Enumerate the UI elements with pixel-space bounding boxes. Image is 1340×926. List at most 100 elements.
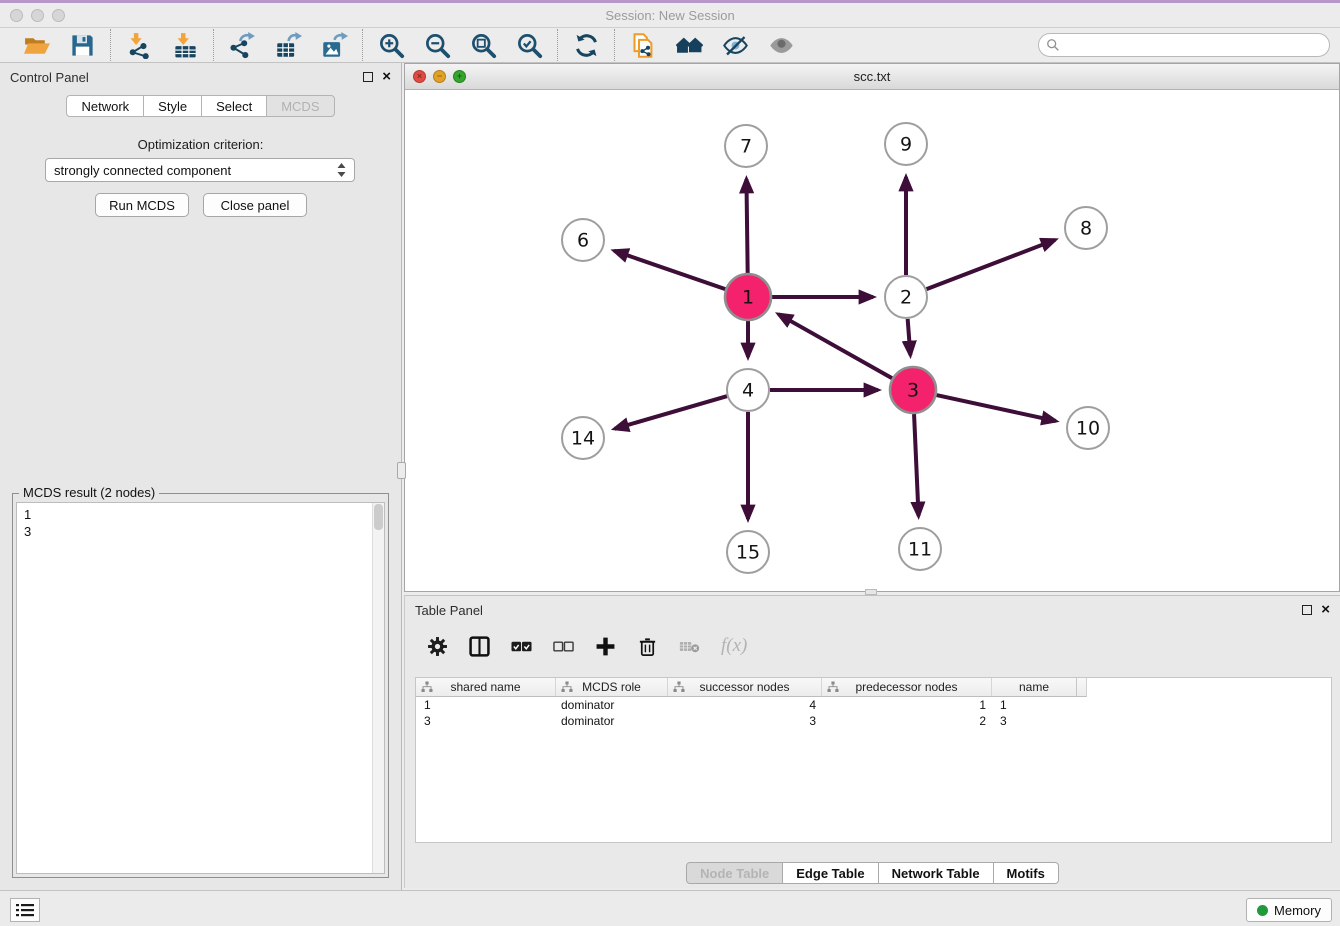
graph-node-label: 1: [742, 287, 754, 309]
network-graph[interactable]: 7968124314101511: [405, 90, 1339, 591]
column-header-successor-nodes[interactable]: successor nodes: [668, 678, 822, 696]
table-cell[interactable]: dominator: [556, 697, 668, 713]
delete-row-button[interactable]: [637, 636, 658, 657]
table-cell[interactable]: dominator: [556, 713, 668, 729]
graph-edge[interactable]: [914, 414, 918, 516]
search-input[interactable]: [1038, 33, 1330, 57]
table-cell[interactable]: 1: [992, 697, 1077, 713]
graph-edge[interactable]: [614, 251, 725, 289]
column-header-shared-name[interactable]: shared name: [416, 678, 556, 696]
zoom-window-icon[interactable]: [52, 9, 65, 22]
table-row[interactable]: 1dominator411: [416, 697, 1331, 713]
float-table-panel-icon[interactable]: [1302, 605, 1312, 615]
graph-edge[interactable]: [927, 240, 1056, 289]
tab-mcds[interactable]: MCDS: [266, 95, 334, 117]
hide-selected-button[interactable]: [720, 30, 750, 60]
graph-edge[interactable]: [778, 314, 892, 378]
export-network-button[interactable]: [227, 30, 257, 60]
maximize-view-icon[interactable]: +: [453, 70, 466, 83]
two-houses-icon: [676, 32, 703, 59]
graph-edge[interactable]: [908, 319, 911, 355]
export-network-icon: [229, 32, 256, 59]
graph-node-label: 14: [571, 428, 595, 450]
home-layout-button[interactable]: [674, 30, 704, 60]
zoom-fit-button[interactable]: [468, 30, 498, 60]
criterion-select[interactable]: strongly connected component: [45, 158, 355, 182]
minimize-window-icon[interactable]: [31, 9, 44, 22]
graph-node-label: 3: [907, 380, 919, 402]
table-cell[interactable]: 2: [822, 713, 992, 729]
task-history-button[interactable]: [10, 898, 40, 922]
tab-network[interactable]: Network: [66, 95, 144, 117]
table-cell[interactable]: 3: [992, 713, 1077, 729]
columns-icon: [469, 636, 490, 657]
zoom-selected-button[interactable]: [514, 30, 544, 60]
import-table-icon: [172, 32, 199, 59]
table-cell[interactable]: 3: [668, 713, 822, 729]
network-view-window: × − + scc.txt 7968124314101511: [404, 63, 1340, 592]
table-panel-title: Table Panel: [415, 603, 483, 618]
panel-splitter-grip[interactable]: [397, 462, 406, 479]
tab-node-table[interactable]: Node Table: [686, 862, 783, 884]
node-table[interactable]: shared name MCDS role successor nodes pr…: [415, 677, 1332, 843]
table-settings-button[interactable]: [427, 636, 448, 657]
clear-selection-icon: [553, 636, 574, 657]
app-window-controls[interactable]: [10, 9, 65, 22]
tab-edge-table[interactable]: Edge Table: [782, 862, 878, 884]
graph-edge[interactable]: [746, 179, 747, 273]
minimize-view-icon[interactable]: −: [433, 70, 446, 83]
run-mcds-button[interactable]: Run MCDS: [95, 193, 189, 217]
table-cell[interactable]: 3: [416, 713, 556, 729]
result-scrollbar-thumb[interactable]: [374, 504, 383, 530]
close-window-icon[interactable]: [10, 9, 23, 22]
memory-label: Memory: [1274, 903, 1321, 918]
toggle-columns-button[interactable]: [469, 636, 490, 657]
table-cell[interactable]: 1: [822, 697, 992, 713]
select-all-button[interactable]: [511, 636, 532, 657]
zoom-out-button[interactable]: [422, 30, 452, 60]
import-network-button[interactable]: [124, 30, 154, 60]
network-window-titlebar[interactable]: × − + scc.txt: [405, 64, 1339, 90]
graph-node-label: 10: [1076, 418, 1100, 440]
graph-edge[interactable]: [615, 396, 727, 429]
tab-style[interactable]: Style: [143, 95, 202, 117]
close-view-icon[interactable]: ×: [413, 70, 426, 83]
memory-button[interactable]: Memory: [1246, 898, 1332, 922]
status-bar: Memory: [0, 890, 1340, 926]
column-header-name[interactable]: name: [992, 678, 1077, 696]
mcds-result-list[interactable]: 13: [16, 502, 385, 874]
add-row-button[interactable]: [595, 636, 616, 657]
function-builder-button[interactable]: f(x): [721, 635, 747, 657]
show-all-button[interactable]: [766, 30, 796, 60]
table-panel-header: Table Panel ×: [405, 596, 1340, 624]
clear-selection-button[interactable]: [553, 636, 574, 657]
delete-table-button[interactable]: [679, 636, 700, 657]
result-scrollbar[interactable]: [372, 503, 384, 873]
zoom-in-icon: [378, 32, 405, 59]
refresh-button[interactable]: [571, 30, 601, 60]
tab-select[interactable]: Select: [201, 95, 267, 117]
network-canvas[interactable]: 7968124314101511: [405, 90, 1339, 591]
close-panel-button[interactable]: Close panel: [203, 193, 307, 217]
close-table-panel-icon[interactable]: ×: [1321, 605, 1330, 615]
column-header-predecessor-nodes[interactable]: predecessor nodes: [822, 678, 992, 696]
table-cell[interactable]: 4: [668, 697, 822, 713]
tab-network-table[interactable]: Network Table: [878, 862, 994, 884]
table-row[interactable]: 3dominator323: [416, 713, 1331, 729]
export-table-button[interactable]: [273, 30, 303, 60]
export-image-button[interactable]: [319, 30, 349, 60]
table-cell[interactable]: 1: [416, 697, 556, 713]
graph-edge[interactable]: [936, 395, 1055, 421]
save-session-button[interactable]: [67, 30, 97, 60]
open-session-button[interactable]: [21, 30, 51, 60]
import-table-button[interactable]: [170, 30, 200, 60]
close-panel-icon[interactable]: ×: [382, 72, 391, 82]
tab-motifs[interactable]: Motifs: [993, 862, 1059, 884]
graph-node-label: 7: [740, 136, 752, 158]
mcds-result-title: MCDS result (2 nodes): [19, 485, 159, 500]
zoom-in-button[interactable]: [376, 30, 406, 60]
float-panel-icon[interactable]: [363, 72, 373, 82]
search-icon: [1046, 38, 1060, 52]
column-header-mcds-role[interactable]: MCDS role: [556, 678, 668, 696]
copy-style-button[interactable]: [628, 30, 658, 60]
